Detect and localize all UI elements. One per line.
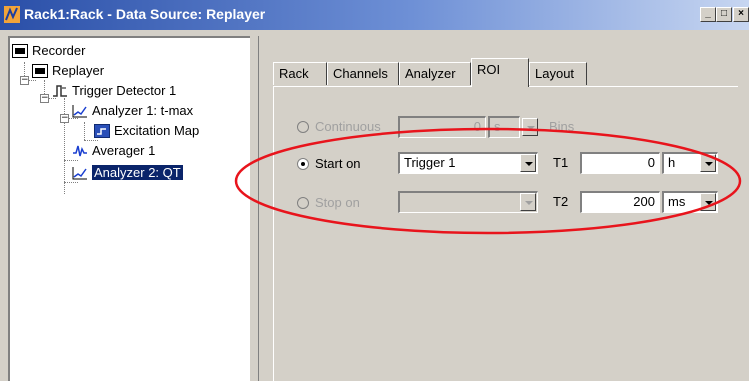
t2-unit-dropdown[interactable] [700, 193, 716, 211]
window-title-bar[interactable]: Rack1:Rack - Data Source: Replayer _ □ × [0, 0, 749, 30]
replayer-icon [32, 64, 48, 78]
t2-label: T2 [553, 194, 569, 209]
rack-tree-view[interactable]: − − − Recorder Replayer Trigger Detector… [8, 36, 250, 381]
continuous-unit-select[interactable]: s [488, 116, 520, 138]
continuous-bins-input[interactable]: 0 [398, 116, 486, 138]
tree-line [84, 140, 98, 141]
tree-item-averager-1[interactable]: Averager 1 [72, 142, 155, 160]
tree-item-analyzer-1[interactable]: Analyzer 1: t-max [72, 102, 193, 120]
stop-trigger-dropdown[interactable] [520, 193, 536, 211]
pane-splitter[interactable] [250, 36, 258, 381]
tree-item-label: Analyzer 1: t-max [92, 103, 194, 118]
tree-line [84, 122, 85, 140]
trigger-detector-icon [53, 85, 67, 97]
t1-unit-dropdown[interactable] [700, 154, 716, 172]
tree-line [64, 182, 78, 183]
tab-layout[interactable]: Layout [529, 62, 587, 85]
excitation-map-icon [94, 124, 110, 138]
tree-item-trigger-detector-1[interactable]: Trigger Detector 1 [52, 82, 176, 100]
tree-item-analyzer-2[interactable]: Analyzer 2: QT [72, 164, 183, 182]
t1-label: T1 [553, 155, 569, 170]
tree-item-replayer[interactable]: Replayer [32, 62, 104, 80]
tree-item-label: Averager 1 [92, 143, 156, 158]
t1-value-input[interactable]: 0 [580, 152, 660, 174]
continuous-label: Continuous [315, 119, 381, 134]
maximize-button[interactable]: □ [716, 7, 732, 22]
averager-icon [73, 145, 87, 157]
stop-trigger-select[interactable] [398, 191, 538, 213]
start-on-radio[interactable] [297, 158, 309, 170]
tree-expander[interactable]: − [60, 114, 69, 123]
start-on-label: Start on [315, 156, 361, 171]
start-trigger-dropdown[interactable] [520, 154, 536, 172]
window-title: Rack1:Rack - Data Source: Replayer [24, 6, 266, 22]
close-button[interactable]: × [733, 7, 749, 22]
continuous-unit-dropdown[interactable] [522, 118, 538, 136]
start-trigger-select[interactable]: Trigger 1 [398, 152, 538, 174]
minimize-button[interactable]: _ [700, 7, 716, 22]
analyzer-icon [72, 167, 87, 180]
tree-expander[interactable]: − [20, 76, 29, 85]
tree-item-recorder[interactable]: Recorder [12, 42, 85, 60]
tree-item-label: Analyzer 2: QT [92, 165, 183, 180]
tree-line [64, 160, 78, 161]
tab-analyzer[interactable]: Analyzer [399, 62, 471, 85]
tab-roi[interactable]: ROI [471, 58, 529, 87]
tree-item-label: Trigger Detector 1 [72, 83, 177, 98]
tree-expander[interactable]: − [40, 94, 49, 103]
stop-on-label: Stop on [315, 195, 360, 210]
analyzer-icon [72, 105, 87, 118]
tree-item-label: Recorder [32, 43, 86, 58]
recorder-icon [12, 44, 28, 58]
t2-value-input[interactable]: 200 [580, 191, 660, 213]
bins-label: Bins [549, 119, 575, 134]
tab-rack[interactable]: Rack [273, 62, 327, 85]
app-icon [4, 6, 20, 23]
tree-item-excitation-map[interactable]: Excitation Map [94, 122, 199, 140]
tree-item-label: Excitation Map [114, 123, 200, 138]
tab-channels[interactable]: Channels [327, 62, 399, 85]
continuous-radio[interactable] [297, 121, 309, 133]
stop-on-radio[interactable] [297, 197, 309, 209]
tree-item-label: Replayer [52, 63, 105, 78]
